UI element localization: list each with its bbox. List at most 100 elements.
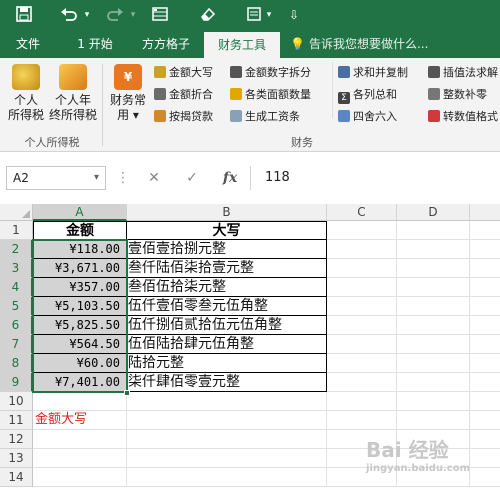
empty-cell[interactable] (470, 468, 500, 487)
enter-button[interactable]: ✓ (182, 168, 202, 188)
empty-cell[interactable] (33, 430, 127, 449)
empty-cell[interactable] (470, 392, 500, 411)
row-header-4[interactable]: 4 (0, 278, 33, 297)
cell-a11[interactable]: 金额大写 (33, 411, 233, 430)
empty-cell[interactable] (33, 392, 127, 411)
round-button[interactable]: 四舍六入 (338, 108, 397, 126)
cell-b5[interactable]: 伍仟壹佰零叁元伍角整 (127, 297, 327, 316)
empty-cell[interactable] (397, 373, 470, 392)
cell-a3[interactable]: ¥3,671.00 (33, 259, 127, 278)
cell-b4[interactable]: 叁佰伍拾柒元整 (127, 278, 327, 297)
row-header-1[interactable]: 1 (0, 221, 33, 240)
zero-pad-button[interactable]: 整数补零 (428, 86, 487, 104)
cell-a9[interactable]: ¥7,401.00 (33, 373, 127, 392)
empty-cell[interactable] (470, 335, 500, 354)
empty-cell[interactable] (127, 430, 327, 449)
tab-fangfang[interactable]: 方方格子 (134, 30, 198, 58)
empty-cell[interactable] (397, 221, 470, 240)
cell-a4[interactable]: ¥357.00 (33, 278, 127, 297)
empty-cell[interactable] (397, 259, 470, 278)
empty-cell[interactable] (327, 373, 397, 392)
fill-handle[interactable] (124, 390, 130, 396)
sum-copy-button[interactable]: 求和并复制 (338, 64, 408, 82)
cell-b2[interactable]: 壹佰壹拾捌元整 (127, 240, 327, 259)
cell-a6[interactable]: ¥5,825.50 (33, 316, 127, 335)
empty-cell[interactable] (127, 392, 327, 411)
empty-cell[interactable] (397, 316, 470, 335)
payslip-button[interactable]: 生成工资条 (230, 108, 300, 126)
cell-a2[interactable]: ¥118.00 (33, 240, 127, 259)
empty-cell[interactable] (33, 449, 127, 468)
row-header-5[interactable]: 5 (0, 297, 33, 316)
cell-b7[interactable]: 伍佰陆拾肆元伍角整 (127, 335, 327, 354)
column-sum-button[interactable]: Σ 各列总和 (338, 86, 397, 104)
cell-b3[interactable]: 叁仟陆佰柒拾壹元整 (127, 259, 327, 278)
row-header-8[interactable]: 8 (0, 354, 33, 373)
tab-finance-tools[interactable]: 财务工具 (204, 32, 280, 58)
empty-cell[interactable] (327, 411, 397, 430)
customize-dropdown-icon[interactable]: ▾ (264, 6, 274, 24)
empty-cell[interactable] (127, 468, 327, 487)
empty-cell[interactable] (397, 240, 470, 259)
mortgage-button[interactable]: 按揭贷款 (154, 108, 213, 126)
empty-cell[interactable] (33, 468, 127, 487)
empty-cell[interactable] (470, 354, 500, 373)
empty-cell[interactable] (397, 335, 470, 354)
eraser-icon[interactable] (198, 6, 218, 24)
empty-cell[interactable] (327, 316, 397, 335)
empty-cell[interactable] (470, 316, 500, 335)
redo-icon[interactable] (104, 6, 126, 24)
empty-cell[interactable] (470, 240, 500, 259)
empty-cell[interactable] (327, 335, 397, 354)
empty-cell[interactable] (470, 430, 500, 449)
undo-icon[interactable] (58, 6, 80, 24)
redo-dropdown-icon[interactable]: ▾ (128, 6, 138, 24)
row-header-10[interactable]: 10 (0, 392, 33, 411)
name-box[interactable]: A2 ▾ (6, 166, 106, 190)
column-header-c[interactable]: C (327, 204, 397, 221)
column-header-d[interactable]: D (397, 204, 470, 221)
row-header-6[interactable]: 6 (0, 316, 33, 335)
cancel-button[interactable]: ✕ (144, 168, 164, 188)
column-header-a[interactable]: A (33, 204, 127, 221)
formula-input[interactable]: 118 (250, 166, 500, 190)
row-header-11[interactable]: 11 (0, 411, 33, 430)
empty-cell[interactable] (470, 411, 500, 430)
amount-split-button[interactable]: 金额数字拆分 (230, 64, 311, 82)
cell-a1[interactable]: 金额 (33, 221, 127, 240)
customize-icon[interactable] (244, 6, 264, 24)
empty-cell[interactable] (327, 221, 397, 240)
tab-home[interactable]: 1 开始 (60, 30, 130, 58)
empty-cell[interactable] (327, 297, 397, 316)
row-header-13[interactable]: 13 (0, 449, 33, 468)
empty-cell[interactable] (397, 392, 470, 411)
row-header-14[interactable]: 14 (0, 468, 33, 487)
personal-tax-button[interactable]: 个人 所得税 (4, 64, 48, 123)
empty-cell[interactable] (327, 354, 397, 373)
empty-cell[interactable] (327, 392, 397, 411)
insert-function-button[interactable]: fx (220, 168, 240, 188)
empty-cell[interactable] (397, 354, 470, 373)
empty-cell[interactable] (397, 297, 470, 316)
amount-upper-button[interactable]: 金额大写 (154, 64, 213, 82)
empty-cell[interactable] (470, 259, 500, 278)
empty-cell[interactable] (470, 278, 500, 297)
form-icon[interactable] (150, 6, 170, 24)
row-header-2[interactable]: 2 (0, 240, 33, 259)
annual-tax-button[interactable]: 个人年 终所得税 (48, 64, 98, 123)
empty-cell[interactable] (397, 278, 470, 297)
row-header-7[interactable]: 7 (0, 335, 33, 354)
amount-convert-button[interactable]: 金额折合 (154, 86, 213, 104)
tab-file[interactable]: 文件 (0, 30, 56, 58)
empty-cell[interactable] (397, 411, 470, 430)
save-icon[interactable] (14, 6, 34, 24)
empty-cell[interactable] (470, 297, 500, 316)
more-icon[interactable]: ⇩ (288, 6, 300, 24)
empty-cell[interactable] (327, 240, 397, 259)
cell-a8[interactable]: ¥60.00 (33, 354, 127, 373)
chevron-down-icon[interactable]: ▾ (94, 167, 99, 189)
finance-common-button[interactable]: ¥ 财务常用 ▾ (106, 64, 150, 123)
cell-a5[interactable]: ¥5,103.50 (33, 297, 127, 316)
empty-cell[interactable] (327, 278, 397, 297)
denomination-count-button[interactable]: 各类面额数量 (230, 86, 311, 104)
